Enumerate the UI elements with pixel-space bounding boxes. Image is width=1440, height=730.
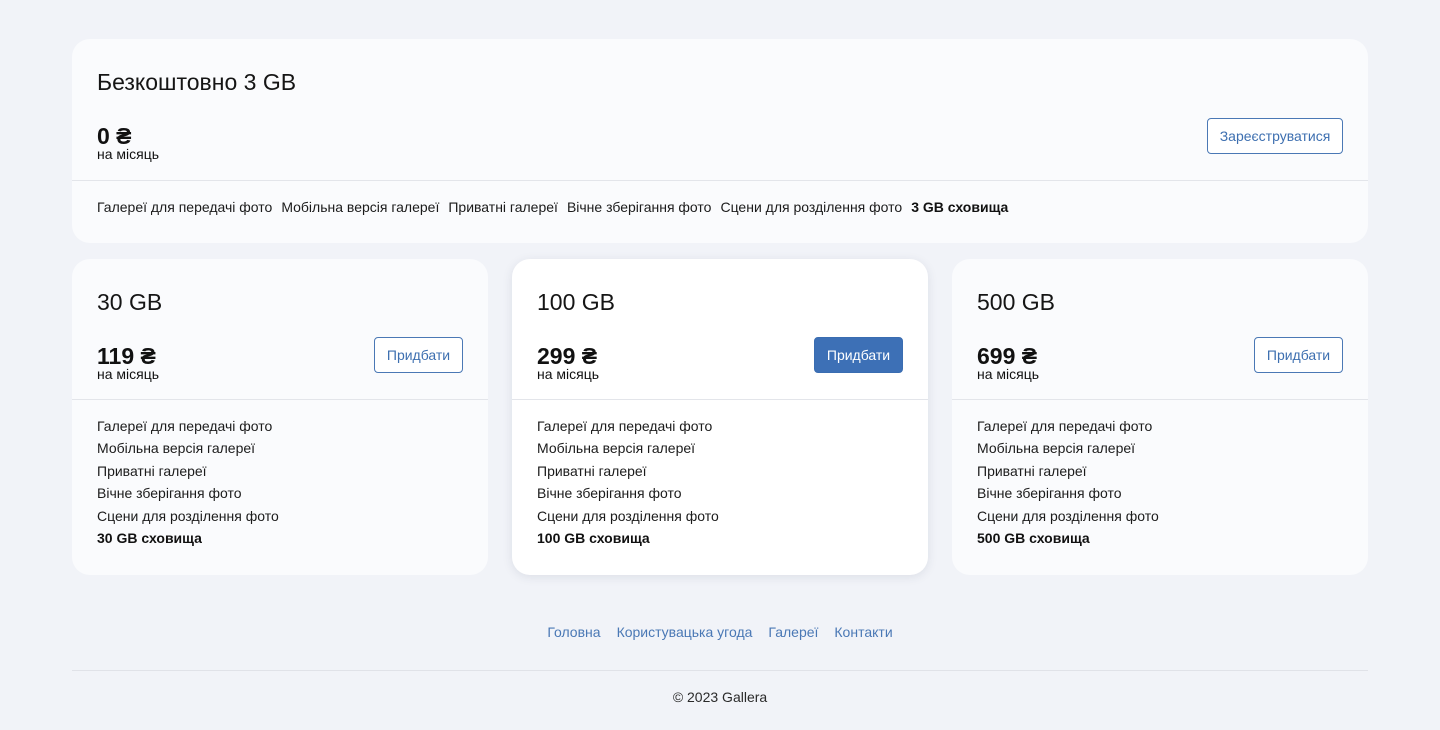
footer-divider: [72, 670, 1368, 671]
plan-card-30gb: 30 GB 119 ₴ на місяць Придбати Галереї д…: [72, 259, 488, 575]
footer-link-contacts[interactable]: Контакти: [834, 624, 892, 640]
buy-button-500gb[interactable]: Придбати: [1254, 337, 1343, 373]
plan-period: на місяць: [97, 366, 160, 382]
feature-item: Сцени для розділення фото: [537, 507, 719, 524]
feature-item: Сцени для розділення фото: [977, 507, 1159, 524]
plan-features: Галереї для передачі фото Мобільна версі…: [97, 416, 279, 550]
plan-divider: [512, 399, 928, 400]
register-button[interactable]: Зареєструватися: [1207, 118, 1343, 154]
feature-item: Приватні галереї: [977, 462, 1087, 479]
feature-item: Галереї для передачі фото: [977, 418, 1153, 434]
feature-item: Сцени для розділення фото: [97, 507, 279, 524]
footer-link-home[interactable]: Головна: [547, 624, 600, 640]
feature-item: Мобільна версія галереї: [537, 440, 696, 457]
plan-divider: [952, 399, 1368, 400]
feature-item: Приватні галереї: [448, 199, 558, 215]
free-plan-card: Безкоштовно 3 GB 0 ₴ на місяць Зареєстру…: [72, 39, 1368, 243]
buy-button-100gb[interactable]: Придбати: [814, 337, 903, 373]
footer-link-user-agreement[interactable]: Користувацька угода: [617, 624, 753, 640]
plan-period: на місяць: [537, 366, 600, 382]
feature-item: Мобільна версія галереї: [281, 199, 440, 215]
feature-item: Галереї для передачі фото: [97, 199, 273, 215]
feature-item: Мобільна версія галереї: [97, 440, 256, 457]
plan-card-500gb: 500 GB 699 ₴ на місяць Придбати Галереї …: [952, 259, 1368, 575]
footer-nav: Головна Користувацька угода Галереї Конт…: [0, 624, 1440, 640]
storage-feature: 500 GB сховища: [977, 529, 1090, 546]
plan-title: 30 GB: [97, 289, 163, 315]
buy-button-30gb[interactable]: Придбати: [374, 337, 463, 373]
feature-item: Вічне зберігання фото: [566, 199, 712, 215]
storage-feature: 100 GB сховища: [537, 529, 650, 546]
feature-item: Галереї для передачі фото: [537, 418, 713, 434]
feature-item: Вічне зберігання фото: [977, 485, 1122, 502]
plan-features: Галереї для передачі фото Мобільна версі…: [537, 416, 719, 550]
feature-item: Галереї для передачі фото: [97, 418, 273, 434]
footer-link-galleries[interactable]: Галереї: [768, 624, 818, 640]
free-plan-period: на місяць: [97, 146, 160, 162]
plan-title: 100 GB: [537, 289, 615, 315]
feature-item: Сцени для розділення фото: [720, 199, 903, 215]
plan-period: на місяць: [977, 366, 1040, 382]
plan-title: 500 GB: [977, 289, 1055, 315]
free-plan-title: Безкоштовно 3 GB: [97, 69, 297, 95]
feature-item: Приватні галереї: [537, 462, 647, 479]
free-plan-features: Галереї для передачі фото Мобільна версі…: [97, 199, 1008, 215]
feature-item: Мобільна версія галереї: [977, 440, 1136, 457]
feature-item: Приватні галереї: [97, 462, 207, 479]
storage-feature: 3 GB сховища: [911, 199, 1009, 215]
free-plan-divider: [72, 180, 1368, 181]
plan-divider: [72, 399, 488, 400]
copyright-text: © 2023 Gallera: [672, 689, 768, 705]
feature-item: Вічне зберігання фото: [537, 485, 682, 502]
plan-features: Галереї для передачі фото Мобільна версі…: [977, 416, 1159, 550]
storage-feature: 30 GB сховища: [97, 529, 202, 546]
feature-item: Вічне зберігання фото: [97, 485, 242, 502]
plan-card-100gb: 100 GB 299 ₴ на місяць Придбати Галереї …: [512, 259, 928, 575]
